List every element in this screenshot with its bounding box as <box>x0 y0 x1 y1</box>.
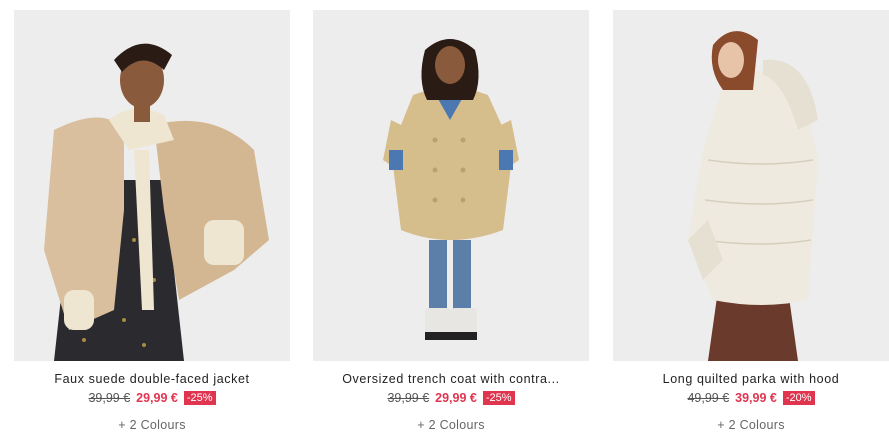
product-image[interactable] <box>613 10 889 361</box>
original-price: 49,99 € <box>687 391 730 405</box>
product-name[interactable]: Long quilted parka with hood <box>613 372 889 386</box>
discount-badge: -20% <box>782 391 815 405</box>
sale-price: 29,99 € <box>136 391 178 405</box>
product-card[interactable]: Faux suede double-faced jacket 39,99 € 29… <box>14 10 290 432</box>
sale-price: 29,99 € <box>435 391 477 405</box>
original-price: 39,99 € <box>387 391 430 405</box>
more-colours-link[interactable]: + 2 Colours <box>613 418 889 432</box>
discount-badge: -25% <box>183 391 216 405</box>
sale-price: 39,99 € <box>735 391 777 405</box>
more-colours-link[interactable]: + 2 Colours <box>313 418 589 432</box>
more-colours-link[interactable]: + 2 Colours <box>14 418 290 432</box>
product-photo-jacket <box>14 10 290 361</box>
original-price: 39,99 € <box>88 391 131 405</box>
discount-badge: -25% <box>482 391 515 405</box>
product-image[interactable] <box>14 10 290 361</box>
product-name[interactable]: Faux suede double-faced jacket <box>14 372 290 386</box>
product-name[interactable]: Oversized trench coat with contra... <box>313 372 589 386</box>
price-row: 39,99 € 29,99 € -25% <box>313 390 589 406</box>
product-card[interactable]: Long quilted parka with hood 49,99 € 39,9… <box>613 10 889 432</box>
product-photo-parka <box>613 10 889 361</box>
price-row: 49,99 € 39,99 € -20% <box>613 390 889 406</box>
product-photo-trench <box>313 10 589 361</box>
product-image[interactable] <box>313 10 589 361</box>
price-row: 39,99 € 29,99 € -25% <box>14 390 290 406</box>
product-grid: Faux suede double-faced jacket 39,99 € 29… <box>0 0 889 444</box>
product-card[interactable]: Oversized trench coat with contra... 39,… <box>313 10 589 432</box>
